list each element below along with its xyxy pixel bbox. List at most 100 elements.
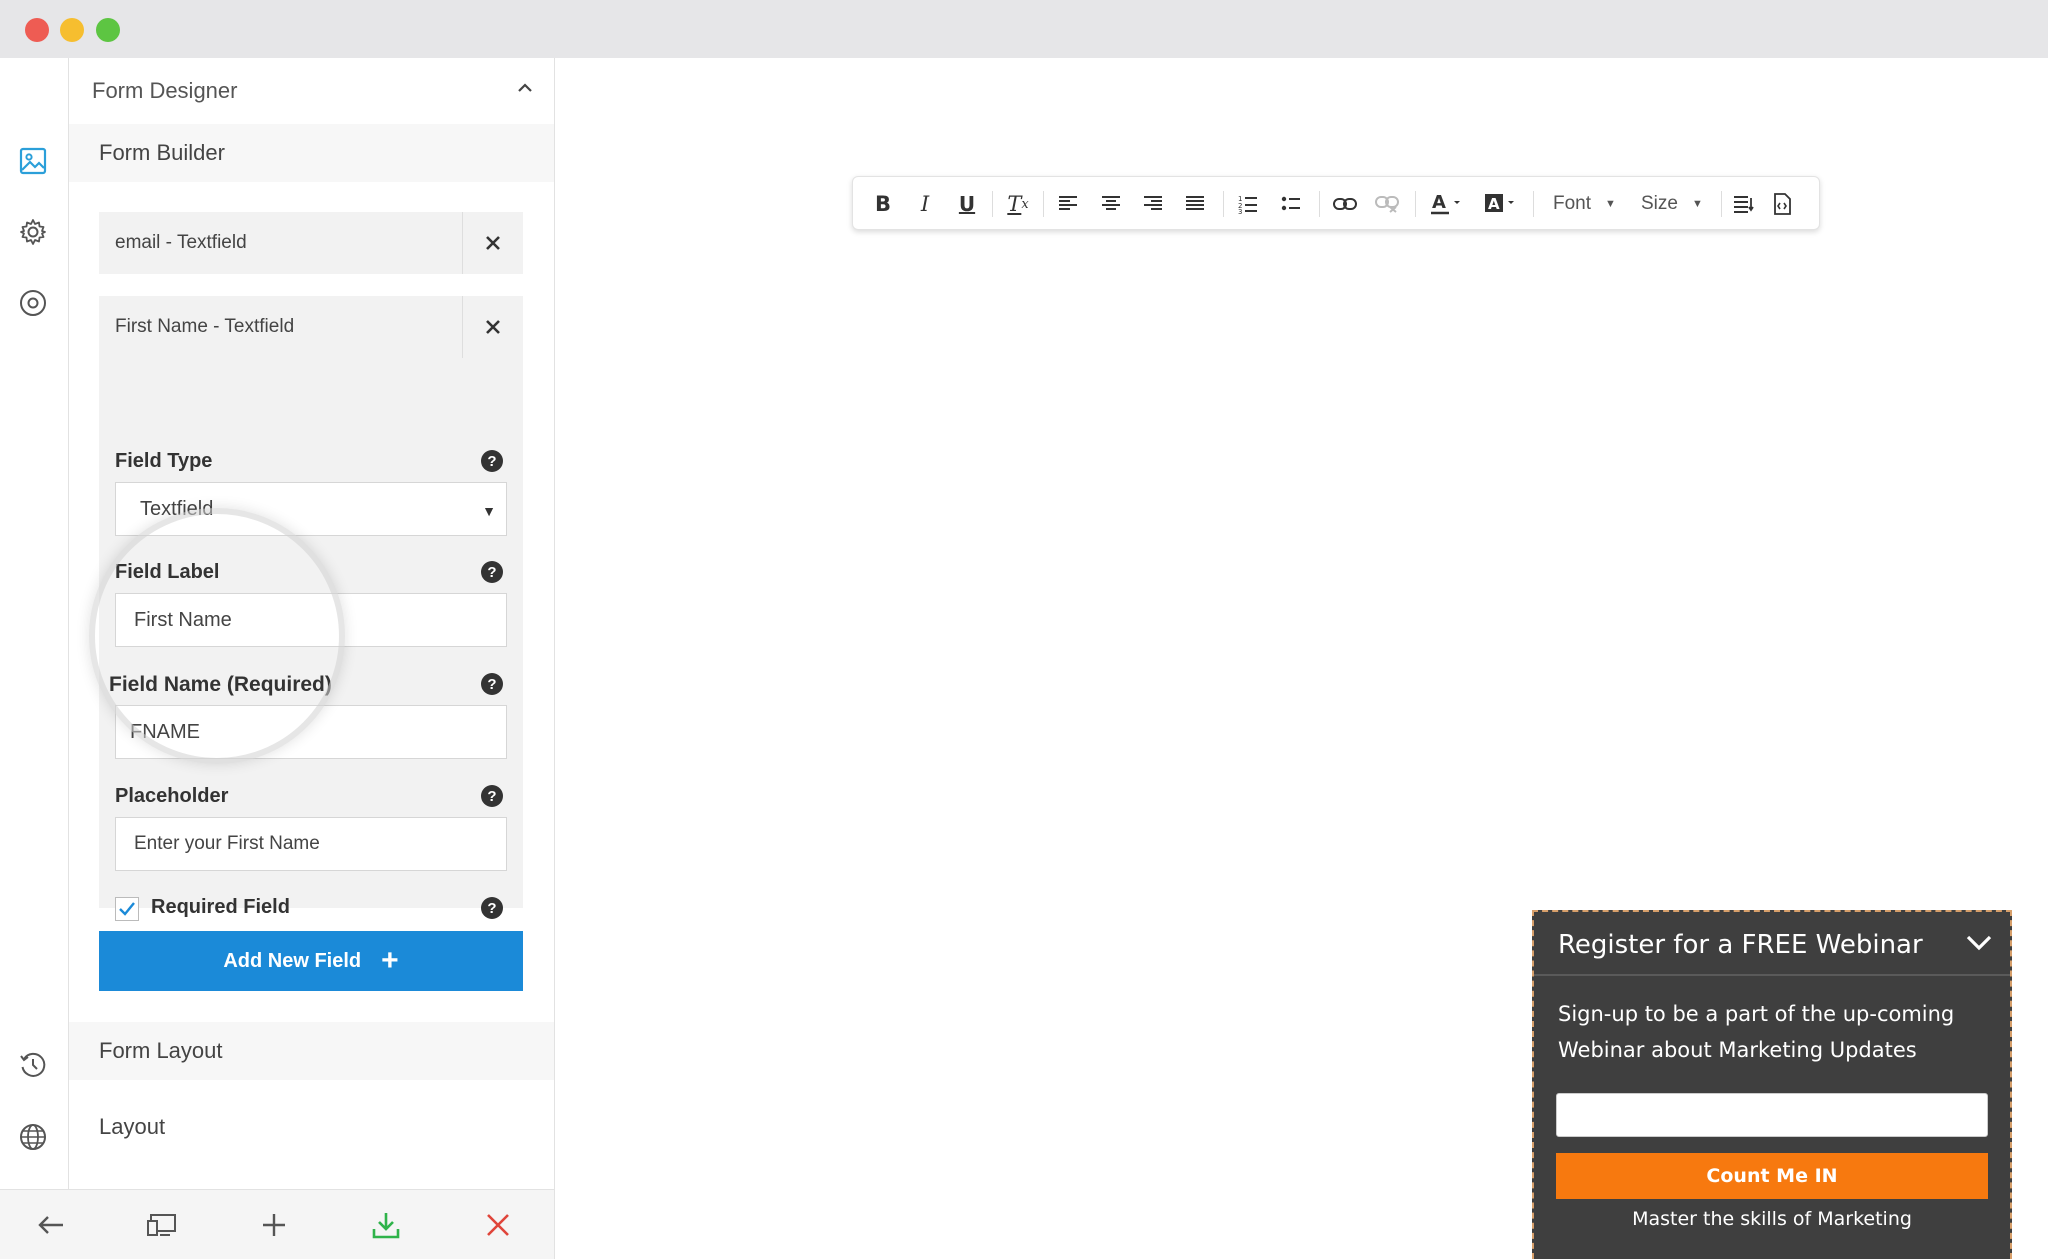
unlink-icon[interactable] bbox=[1371, 189, 1403, 219]
field-type-value: Textfield bbox=[140, 497, 214, 520]
chevron-up-icon[interactable] bbox=[517, 82, 533, 94]
form-designer-header[interactable]: Form Designer bbox=[69, 58, 554, 124]
align-justify-icon[interactable] bbox=[1180, 189, 1210, 219]
field-item-label: email - Textfield bbox=[115, 232, 247, 253]
font-dropdown-label: Font bbox=[1553, 193, 1592, 214]
toolbar-divider bbox=[992, 191, 993, 217]
webinar-header[interactable]: Register for a FREE Webinar bbox=[1534, 912, 2010, 976]
layout-section[interactable]: Layout bbox=[69, 1098, 554, 1156]
bottom-toolbar bbox=[0, 1189, 555, 1259]
chevron-down-icon[interactable] bbox=[1966, 934, 1992, 952]
size-dropdown-label: Size bbox=[1641, 193, 1678, 214]
caret-down-icon: ▼ bbox=[1691, 198, 1703, 210]
field-name-value: FNAME bbox=[130, 720, 200, 743]
panel-title: Form Designer bbox=[92, 78, 238, 103]
window-titlebar bbox=[0, 0, 2048, 58]
svg-text:A: A bbox=[1432, 192, 1446, 213]
target-icon[interactable] bbox=[16, 286, 50, 320]
add-new-field-button[interactable]: Add New Field + bbox=[99, 931, 523, 991]
field-item-email[interactable]: email - Textfield bbox=[99, 212, 523, 274]
devices-icon[interactable] bbox=[145, 1208, 179, 1242]
help-icon[interactable]: ? bbox=[481, 450, 503, 472]
remove-field-email-icon[interactable] bbox=[481, 231, 505, 255]
form-layout-section[interactable]: Form Layout bbox=[69, 1022, 554, 1080]
icon-rail bbox=[0, 58, 69, 1259]
plus-icon[interactable] bbox=[257, 1208, 291, 1242]
toolbar-divider bbox=[1533, 191, 1534, 217]
paragraph-format-icon[interactable] bbox=[1729, 189, 1759, 219]
form-builder-section[interactable]: Form Builder bbox=[69, 124, 554, 182]
download-icon[interactable] bbox=[369, 1208, 403, 1242]
history-icon[interactable] bbox=[16, 1048, 50, 1082]
size-dropdown[interactable]: Size ▼ bbox=[1641, 189, 1703, 219]
toolbar-divider bbox=[1721, 191, 1722, 217]
close-icon[interactable] bbox=[481, 1208, 515, 1242]
bold-icon[interactable]: B bbox=[869, 189, 897, 219]
field-label-input[interactable]: First Name bbox=[115, 593, 507, 647]
field-name-input[interactable]: FNAME bbox=[115, 705, 507, 759]
webinar-email-input[interactable] bbox=[1556, 1093, 1988, 1137]
align-left-icon[interactable] bbox=[1053, 189, 1083, 219]
plus-icon: + bbox=[381, 944, 399, 977]
window-maximize-button[interactable] bbox=[96, 18, 120, 42]
clear-format-icon[interactable]: Tx bbox=[1001, 189, 1035, 219]
svg-text:3: 3 bbox=[1238, 208, 1242, 214]
toolbar-divider bbox=[1223, 191, 1224, 217]
placeholder-value: Enter your First Name bbox=[134, 833, 320, 854]
align-center-icon[interactable] bbox=[1096, 189, 1126, 219]
required-field-label: Required Field bbox=[151, 896, 290, 918]
webinar-widget: Register for a FREE Webinar Sign-up to b… bbox=[1532, 910, 2012, 1259]
field-label-label: Field Label bbox=[115, 561, 220, 583]
image-icon[interactable] bbox=[16, 144, 50, 178]
webinar-title: Register for a FREE Webinar bbox=[1558, 930, 1923, 960]
form-layout-label: Form Layout bbox=[99, 1038, 223, 1063]
font-dropdown[interactable]: Font ▼ bbox=[1553, 189, 1616, 219]
placeholder-label: Placeholder bbox=[115, 785, 229, 807]
text-color-icon[interactable]: A bbox=[1427, 189, 1467, 219]
field-name-label: Field Name (Required) bbox=[109, 673, 332, 696]
toolbar-divider bbox=[1319, 191, 1320, 217]
field-label-value: First Name bbox=[134, 608, 232, 631]
field-item-first-name[interactable]: First Name - Textfield bbox=[99, 296, 523, 358]
form-builder-label: Form Builder bbox=[99, 140, 225, 165]
italic-icon[interactable]: I bbox=[911, 189, 939, 219]
align-right-icon[interactable] bbox=[1138, 189, 1168, 219]
required-field-checkbox[interactable] bbox=[115, 897, 139, 921]
toolbar-divider bbox=[1415, 191, 1416, 217]
count-me-in-button[interactable]: Count Me IN bbox=[1556, 1153, 1988, 1199]
help-icon[interactable]: ? bbox=[481, 785, 503, 807]
gear-icon[interactable] bbox=[16, 215, 50, 249]
checkmark-icon bbox=[119, 902, 135, 916]
field-editor: Field Type ? Textfield ▼ Field Label ? F… bbox=[99, 358, 523, 921]
field-type-select[interactable]: Textfield ▼ bbox=[115, 482, 507, 536]
form-designer-panel: Form Designer Form Builder email - Textf… bbox=[69, 58, 555, 1189]
help-icon[interactable]: ? bbox=[481, 897, 503, 919]
dropdown-arrow-icon: ▼ bbox=[482, 503, 496, 519]
toolbar-divider bbox=[1043, 191, 1044, 217]
back-arrow-icon[interactable] bbox=[34, 1208, 68, 1242]
add-new-field-label: Add New Field bbox=[223, 949, 362, 972]
caret-down-icon: ▼ bbox=[1605, 198, 1616, 210]
field-type-label: Field Type bbox=[115, 450, 213, 472]
background-color-icon[interactable]: A bbox=[1481, 189, 1521, 219]
globe-icon[interactable] bbox=[16, 1120, 50, 1154]
link-icon[interactable] bbox=[1329, 189, 1361, 219]
unordered-list-icon[interactable] bbox=[1276, 189, 1306, 219]
rich-text-toolbar: B I U Tx 123 A A Font ▼ Size ▼ bbox=[852, 176, 1820, 230]
field-item-label: First Name - Textfield bbox=[115, 316, 295, 337]
window-close-button[interactable] bbox=[25, 18, 49, 42]
help-icon[interactable]: ? bbox=[481, 673, 503, 695]
source-code-icon[interactable] bbox=[1767, 189, 1797, 219]
divider bbox=[462, 296, 463, 358]
divider bbox=[462, 212, 463, 274]
ordered-list-icon[interactable]: 123 bbox=[1233, 189, 1263, 219]
remove-field-first-name-icon[interactable] bbox=[481, 315, 505, 339]
placeholder-input[interactable]: Enter your First Name bbox=[115, 817, 507, 871]
help-icon[interactable]: ? bbox=[481, 561, 503, 583]
svg-text:A: A bbox=[1488, 195, 1500, 213]
webinar-description: Sign-up to be a part of the up-coming We… bbox=[1558, 1002, 1955, 1062]
webinar-footer-text: Master the skills of Marketing bbox=[1632, 1208, 1912, 1230]
layout-label: Layout bbox=[99, 1114, 166, 1139]
underline-icon[interactable]: U bbox=[953, 189, 981, 219]
window-minimize-button[interactable] bbox=[60, 18, 84, 42]
